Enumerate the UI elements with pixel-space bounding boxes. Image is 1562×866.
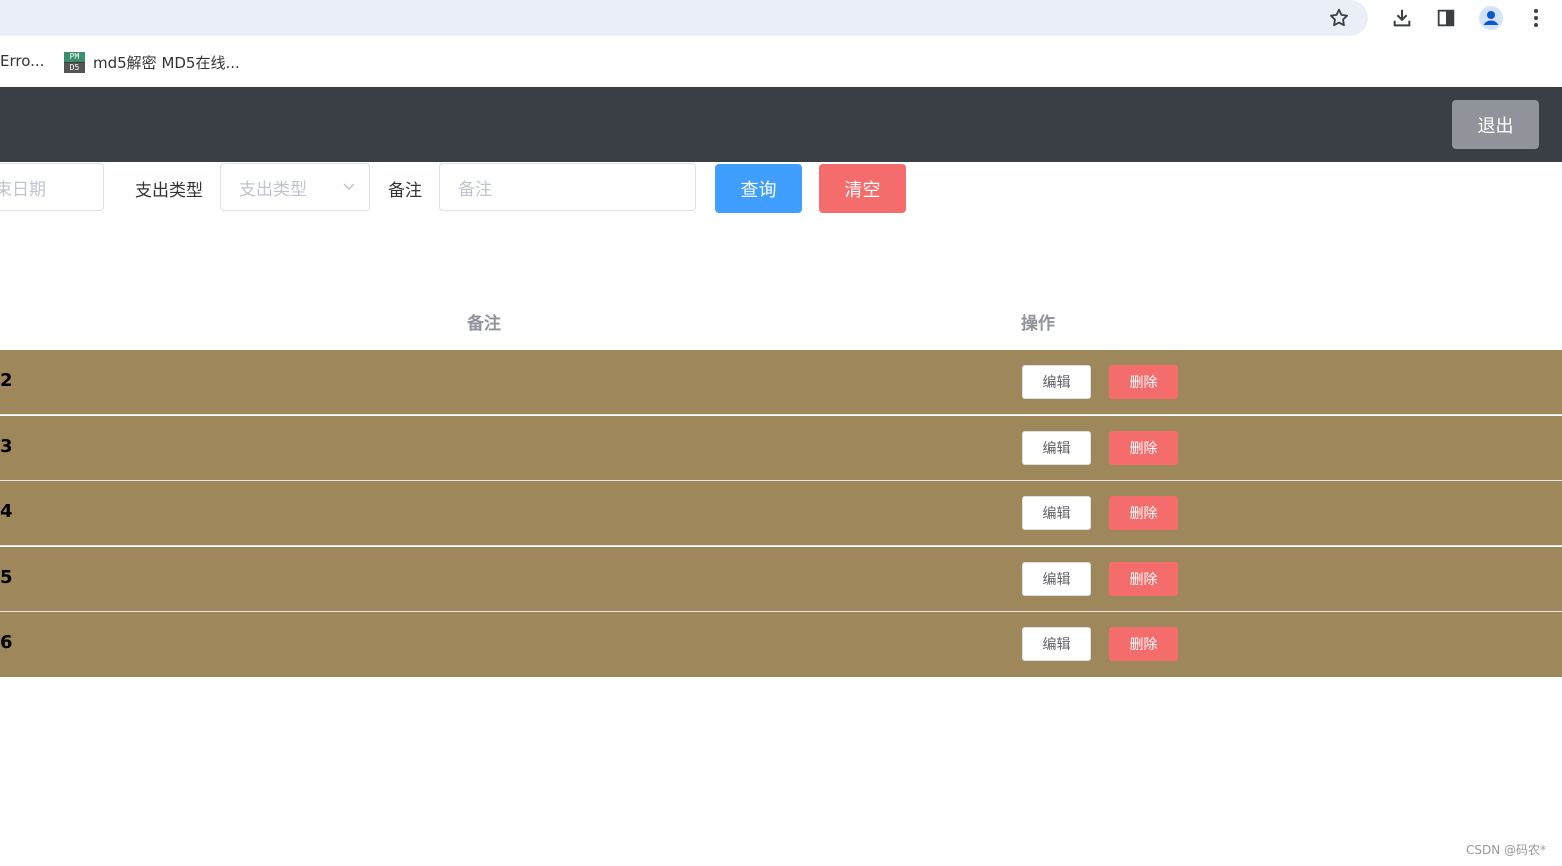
table-row: 2 编辑 删除 — [0, 350, 1562, 415]
bookmarks-bar: Erro... PM D5 md5解密 MD5在线... — [0, 36, 1562, 87]
search-button[interactable]: 查询 — [715, 164, 802, 213]
edit-button[interactable]: 编辑 — [1022, 627, 1091, 661]
delete-button[interactable]: 删除 — [1109, 431, 1178, 465]
column-header-actions: 操作 — [1021, 314, 1055, 334]
app-header: 退出 — [0, 87, 1562, 162]
row-id: 2 — [0, 370, 13, 391]
row-id: 4 — [0, 501, 13, 522]
end-date-input[interactable]: 束日期 — [0, 163, 104, 211]
delete-button[interactable]: 删除 — [1109, 627, 1178, 661]
remark-input[interactable]: 备注 — [439, 163, 696, 211]
edit-button[interactable]: 编辑 — [1022, 431, 1091, 465]
bookmark-item[interactable]: Erro... — [0, 52, 44, 70]
chevron-down-icon — [343, 183, 355, 191]
watermark: CSDN @码农* — [1465, 843, 1546, 857]
expense-type-select[interactable]: 支出类型 — [220, 163, 370, 211]
profile-avatar-icon[interactable] — [1477, 4, 1505, 32]
remark-label: 备注 — [388, 181, 422, 201]
clear-button[interactable]: 清空 — [819, 164, 906, 213]
delete-button[interactable]: 删除 — [1109, 496, 1178, 530]
table-row: 3 编辑 删除 — [0, 416, 1562, 481]
download-icon[interactable] — [1388, 4, 1416, 32]
delete-button[interactable]: 删除 — [1109, 562, 1178, 596]
bookmark-item[interactable]: md5解密 MD5在线... — [93, 52, 240, 73]
bookmark-star-icon[interactable] — [1325, 4, 1353, 32]
edit-button[interactable]: 编辑 — [1022, 562, 1091, 596]
row-id: 3 — [0, 436, 13, 457]
address-bar[interactable] — [0, 0, 1368, 36]
md5-favicon-icon: PM D5 — [64, 52, 85, 73]
table-row: 4 编辑 删除 — [0, 481, 1562, 546]
more-menu-icon[interactable] — [1522, 4, 1550, 32]
side-panel-icon[interactable] — [1432, 4, 1460, 32]
row-id: 5 — [0, 567, 13, 588]
column-header-remark: 备注 — [467, 314, 501, 334]
delete-button[interactable]: 删除 — [1109, 365, 1178, 399]
edit-button[interactable]: 编辑 — [1022, 496, 1091, 530]
table-row: 6 编辑 删除 — [0, 612, 1562, 677]
expense-type-label: 支出类型 — [135, 181, 203, 201]
logout-button[interactable]: 退出 — [1452, 100, 1539, 149]
table-row: 5 编辑 删除 — [0, 547, 1562, 612]
browser-toolbar — [0, 0, 1562, 36]
row-id: 6 — [0, 632, 13, 653]
edit-button[interactable]: 编辑 — [1022, 365, 1091, 399]
